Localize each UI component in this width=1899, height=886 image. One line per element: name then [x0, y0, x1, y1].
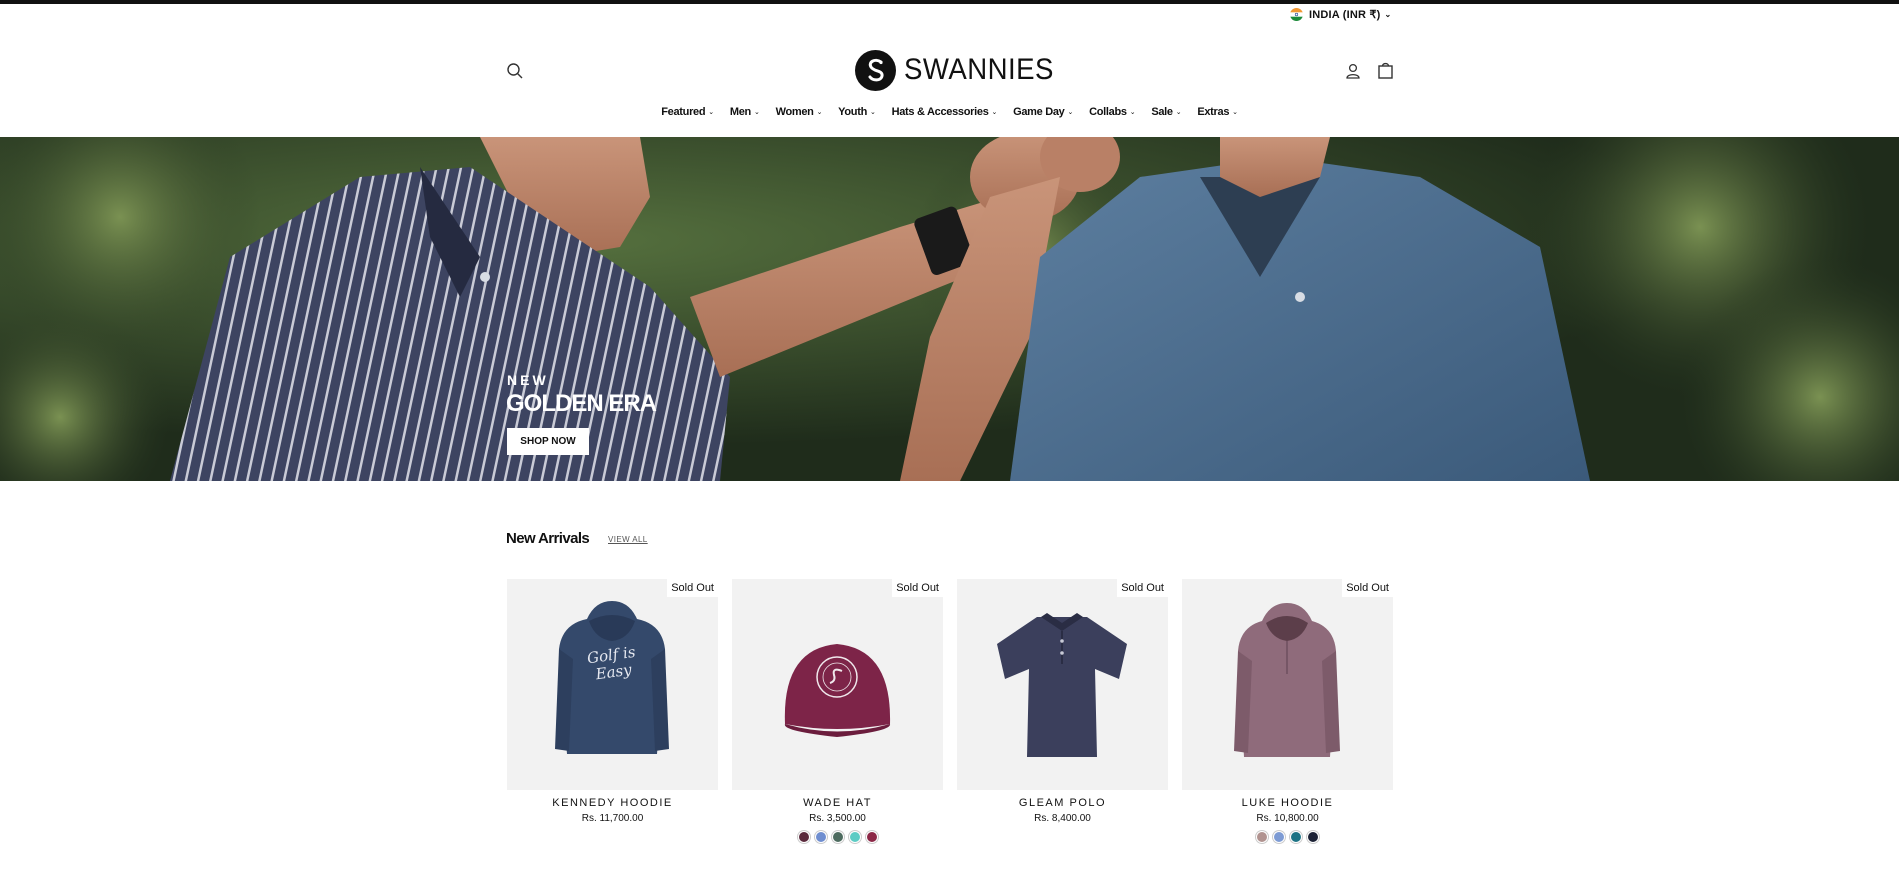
nav-label: Youth [838, 106, 868, 118]
new-arrivals-title: New Arrivals [506, 530, 590, 547]
color-swatch[interactable] [1256, 831, 1268, 843]
nav-label: Extras [1197, 106, 1230, 118]
chevron-down-icon: ⌄ [870, 109, 876, 116]
nav-featured[interactable]: Featured ⌄ [661, 106, 714, 118]
sold-out-badge: Sold Out [667, 579, 718, 597]
color-swatches [1182, 831, 1393, 843]
swan-logo-icon [855, 49, 896, 91]
product-card-gleam-polo[interactable]: Sold Out GLEAM POLO Rs. 8,400.00 [957, 579, 1168, 824]
product-name[interactable]: WADE HAT [732, 797, 943, 809]
color-swatch[interactable] [865, 831, 878, 843]
nav-sale[interactable]: Sale ⌄ [1151, 106, 1181, 118]
chevron-down-icon: ⌄ [708, 109, 714, 116]
product-image[interactable]: Sold Out [732, 579, 943, 790]
color-swatch[interactable] [1307, 831, 1319, 843]
hero-kicker: NEW [507, 372, 549, 388]
hoodie-image [1234, 603, 1340, 757]
color-swatch[interactable] [814, 831, 827, 843]
chevron-down-icon: ⌄ [1384, 9, 1392, 19]
nav-label: Hats & Accessories [891, 106, 989, 118]
product-card-wade-hat[interactable]: Sold Out WADE HAT Rs. 3,500.00 [732, 579, 943, 843]
sold-out-badge: Sold Out [1117, 579, 1168, 597]
chevron-down-icon: ⌄ [1232, 109, 1238, 116]
hero-banner [0, 137, 1899, 481]
nav-men[interactable]: Men ⌄ [730, 106, 760, 118]
product-price: Rs. 8,400.00 [1034, 813, 1091, 824]
site-logo[interactable]: SWANNIES [855, 48, 1067, 92]
nav-youth[interactable]: Youth ⌄ [838, 106, 876, 118]
product-name[interactable]: GLEAM POLO [957, 797, 1168, 809]
hat-image [784, 644, 891, 737]
product-image[interactable]: Sold Out [957, 579, 1168, 790]
chevron-down-icon: ⌄ [753, 109, 760, 116]
product-price: Rs. 11,700.00 [581, 813, 644, 824]
main-navigation: Featured ⌄ Men ⌄ Women ⌄ Youth ⌄ Hats & Acce… [0, 106, 1899, 118]
chevron-down-icon: ⌄ [991, 109, 998, 116]
india-flag-icon [1290, 7, 1303, 21]
product-card-kennedy-hoodie[interactable]: Golf is Easy Sold Out KENNEDY HOODIE Rs.… [507, 579, 718, 824]
sold-out-badge: Sold Out [1342, 579, 1393, 597]
product-image[interactable]: Sold Out [1182, 579, 1393, 790]
product-name[interactable]: KENNEDY HOODIE [507, 797, 718, 809]
hoodie-image [555, 601, 669, 754]
product-price: Rs. 10,800.00 [1256, 813, 1319, 824]
nav-label: Game Day [1013, 106, 1065, 118]
nav-extras[interactable]: Extras ⌄ [1197, 106, 1238, 118]
nav-label: Men [729, 106, 751, 118]
nav-collabs[interactable]: Collabs ⌄ [1089, 106, 1135, 118]
shop-now-button[interactable]: SHOP NOW [507, 428, 589, 455]
nav-label: Collabs [1089, 106, 1127, 118]
nav-label: Women [775, 106, 814, 118]
product-image[interactable]: Golf is Easy Sold Out [507, 579, 718, 790]
top-border [0, 0, 1899, 4]
nav-label: Featured [661, 106, 706, 118]
color-swatch[interactable] [797, 831, 810, 843]
nav-game-day[interactable]: Game Day ⌄ [1013, 106, 1073, 118]
nav-hats-accessories[interactable]: Hats & Accessories ⌄ [892, 106, 998, 118]
sold-out-badge: Sold Out [892, 579, 943, 597]
product-price: Rs. 3,500.00 [809, 813, 866, 824]
color-swatch[interactable] [831, 831, 844, 843]
color-swatch[interactable] [1290, 831, 1302, 843]
cart-icon[interactable] [1376, 61, 1395, 80]
product-card-luke-hoodie[interactable]: Sold Out LUKE HOODIE Rs. 10,800.00 [1182, 579, 1393, 843]
polo-image [997, 613, 1127, 757]
product-name[interactable]: LUKE HOODIE [1182, 797, 1393, 809]
hero-title: GOLDEN ERA [506, 390, 657, 417]
chevron-down-icon: ⌄ [1175, 109, 1182, 116]
search-icon[interactable] [506, 62, 524, 80]
chevron-down-icon: ⌄ [1067, 109, 1074, 116]
view-all-link[interactable]: VIEW ALL [608, 535, 648, 544]
chevron-down-icon: ⌄ [1129, 109, 1136, 116]
currency-label: INDIA (INR ₹) [1309, 8, 1381, 21]
chevron-down-icon: ⌄ [816, 109, 823, 116]
color-swatch[interactable] [848, 831, 861, 843]
color-swatches [732, 831, 943, 843]
logo-wordmark: SWANNIES [904, 53, 1054, 86]
color-swatch[interactable] [1273, 831, 1285, 843]
hero-photo [0, 137, 1899, 481]
nav-label: Sale [1151, 106, 1173, 118]
nav-women[interactable]: Women ⌄ [776, 106, 823, 118]
currency-selector[interactable]: INDIA (INR ₹) ⌄ [1290, 6, 1391, 22]
account-icon[interactable] [1344, 62, 1362, 80]
